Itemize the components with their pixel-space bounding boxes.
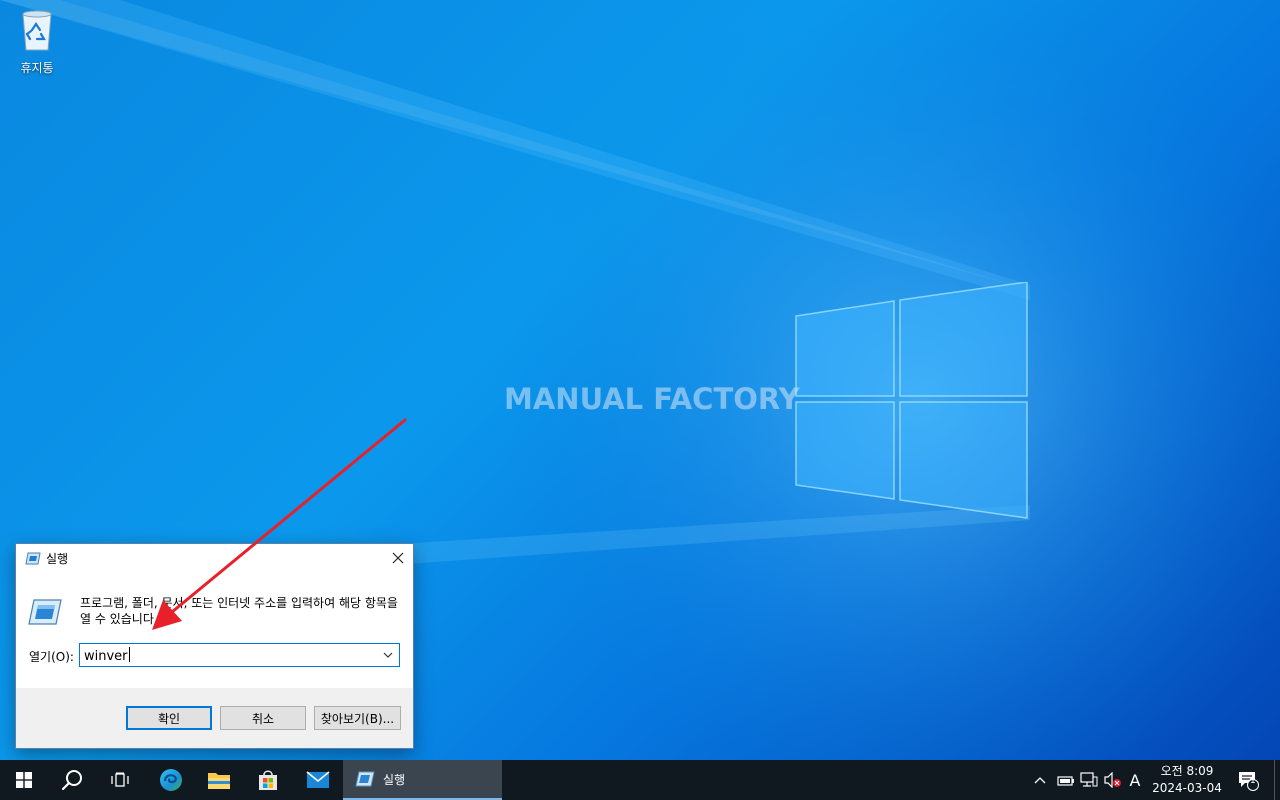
file-explorer-icon bbox=[208, 773, 230, 789]
clock-date: 2024-03-04 bbox=[1152, 781, 1222, 795]
desktop-icon-label: 휴지통 bbox=[20, 61, 54, 75]
taskbar-run-app[interactable]: 실행 bbox=[343, 760, 502, 800]
notification-count: 1 bbox=[1250, 776, 1256, 786]
watermark-text: MANUAL FACTORY bbox=[504, 382, 800, 416]
run-icon bbox=[355, 771, 375, 787]
taskbar-edge[interactable] bbox=[147, 760, 195, 800]
dropdown-button[interactable] bbox=[377, 644, 399, 666]
close-icon bbox=[392, 552, 404, 564]
open-label: 열기(O): bbox=[29, 650, 74, 664]
clock-time: 오전 8:09 bbox=[1160, 764, 1214, 778]
run-dialog: 실행 프로그램, 폴더, 문서, 또는 인터넷 주소를 입력하여 해당 항목을 … bbox=[15, 543, 414, 749]
chevron-up-icon bbox=[1034, 777, 1046, 784]
open-input-value: winver bbox=[84, 648, 128, 664]
run-dialog-footer: 확인 취소 찾아보기(B)... bbox=[16, 688, 413, 748]
start-button[interactable] bbox=[0, 760, 48, 800]
taskbar-store[interactable] bbox=[244, 760, 292, 800]
volume-muted-icon bbox=[1104, 772, 1121, 788]
battery-tray[interactable] bbox=[1056, 771, 1076, 789]
taskbar: 실행 A 오전 8:09 2024-03-04 1 bbox=[0, 760, 1280, 800]
windows-logo-wallpaper bbox=[795, 282, 1028, 519]
chevron-down-icon bbox=[383, 652, 393, 658]
run-program-icon bbox=[28, 599, 62, 625]
action-center-button[interactable]: 1 bbox=[1232, 760, 1264, 800]
run-icon bbox=[25, 552, 41, 565]
desktop-icon-recycle-bin[interactable]: 휴지통 bbox=[10, 8, 64, 76]
text-caret bbox=[128, 646, 130, 662]
show-hidden-icons-button[interactable] bbox=[1032, 771, 1048, 789]
taskbar-run-label: 실행 bbox=[383, 772, 406, 787]
network-tray[interactable] bbox=[1079, 771, 1099, 789]
ime-indicator[interactable]: A bbox=[1127, 771, 1143, 790]
cancel-button[interactable]: 취소 bbox=[220, 706, 306, 730]
battery-icon bbox=[1057, 776, 1074, 786]
volume-tray[interactable] bbox=[1103, 771, 1123, 789]
task-view-button[interactable] bbox=[96, 760, 144, 800]
ok-button[interactable]: 확인 bbox=[126, 706, 212, 730]
task-view-icon bbox=[111, 772, 129, 787]
recycle-bin-icon bbox=[22, 10, 52, 51]
edge-icon bbox=[160, 769, 182, 791]
open-combobox[interactable]: winver bbox=[79, 643, 400, 667]
mail-icon bbox=[306, 771, 330, 788]
desktop: MANUAL FACTORY 휴지통 실행 프로그램, 폴더, 문서, 또는 인… bbox=[0, 0, 1280, 760]
search-icon bbox=[61, 770, 82, 791]
taskbar-mail[interactable] bbox=[294, 760, 342, 800]
run-dialog-body: 프로그램, 폴더, 문서, 또는 인터넷 주소를 입력하여 해당 항목을 열 수… bbox=[16, 574, 413, 688]
run-dialog-titlebar[interactable]: 실행 bbox=[16, 544, 413, 574]
browse-button[interactable]: 찾아보기(B)... bbox=[314, 706, 401, 730]
run-dialog-title: 실행 bbox=[46, 552, 69, 566]
show-desktop-button[interactable] bbox=[1274, 760, 1280, 800]
run-dialog-description: 프로그램, 폴더, 문서, 또는 인터넷 주소를 입력하여 해당 항목을 열 수… bbox=[80, 596, 398, 626]
close-button[interactable] bbox=[383, 544, 413, 572]
start-icon bbox=[16, 772, 32, 788]
open-input[interactable]: winver bbox=[80, 646, 377, 664]
network-icon bbox=[1080, 772, 1098, 787]
taskbar-file-explorer[interactable] bbox=[195, 760, 243, 800]
system-clock[interactable]: 오전 8:09 2024-03-04 bbox=[1150, 763, 1224, 797]
store-icon bbox=[259, 770, 277, 790]
search-button[interactable] bbox=[48, 760, 96, 800]
